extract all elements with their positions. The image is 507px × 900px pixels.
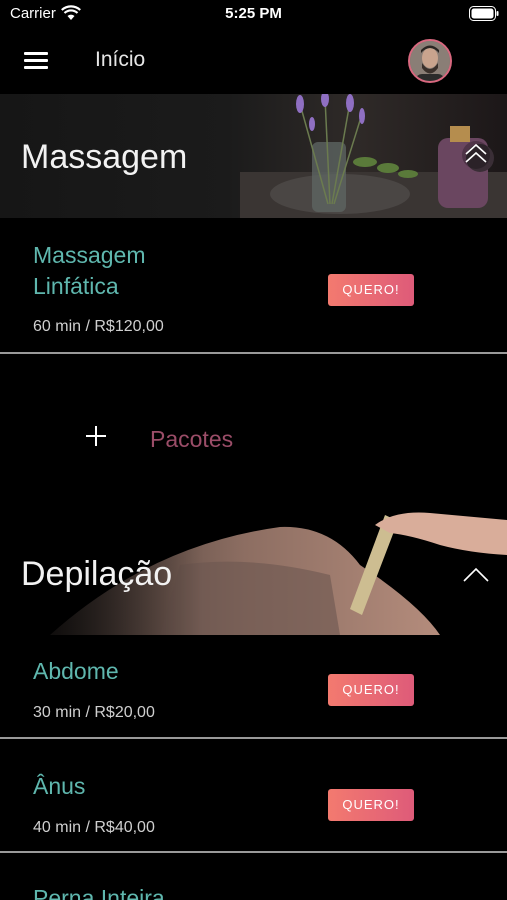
pacotes-label[interactable]: Pacotes xyxy=(150,426,233,453)
collapse-chevron-icon[interactable] xyxy=(461,561,491,591)
divider xyxy=(0,352,507,354)
service-duration-price: 30 min / R$20,00 xyxy=(33,704,155,721)
quero-button[interactable]: QUERO! xyxy=(328,274,414,306)
list-item[interactable]: Ânus 40 min / R$40,00 QUERO! xyxy=(0,739,507,853)
service-name: Abdome xyxy=(33,658,119,684)
list-item[interactable]: Massagem Linfática 60 min / R$120,00 QUE… xyxy=(0,218,507,354)
collapse-chevron-icon[interactable] xyxy=(461,140,491,170)
service-name: Ânus xyxy=(33,773,86,799)
service-name: Perna Inteira xyxy=(33,885,165,900)
user-avatar[interactable] xyxy=(408,39,452,83)
list-item[interactable]: Abdome 30 min / R$20,00 QUERO! xyxy=(0,635,507,739)
pacotes-row[interactable]: Pacotes xyxy=(0,420,507,460)
status-bar: Carrier 5:25 PM xyxy=(0,0,507,28)
category-banner-depilacao[interactable]: Depilação xyxy=(0,505,507,635)
service-duration-price: 40 min / R$40,00 xyxy=(33,819,155,836)
list-item[interactable]: Perna Inteira xyxy=(0,853,507,900)
quero-button[interactable]: QUERO! xyxy=(328,674,414,706)
service-name: Massagem xyxy=(33,242,146,268)
category-title: Massagem xyxy=(21,138,188,176)
service-name: Linfática xyxy=(33,273,119,299)
category-title: Depilação xyxy=(21,555,173,593)
battery-icon xyxy=(469,6,499,21)
avatar-image xyxy=(410,41,450,81)
quero-button[interactable]: QUERO! xyxy=(328,789,414,821)
service-duration-price: 60 min / R$120,00 xyxy=(33,318,164,335)
category-banner-massagem[interactable]: Massagem xyxy=(0,94,507,218)
plus-icon[interactable] xyxy=(86,426,106,446)
nav-bar: Início xyxy=(0,28,507,94)
page-title: Início xyxy=(95,48,146,71)
status-time: 5:25 PM xyxy=(225,5,282,22)
hamburger-menu-icon[interactable] xyxy=(24,52,48,70)
